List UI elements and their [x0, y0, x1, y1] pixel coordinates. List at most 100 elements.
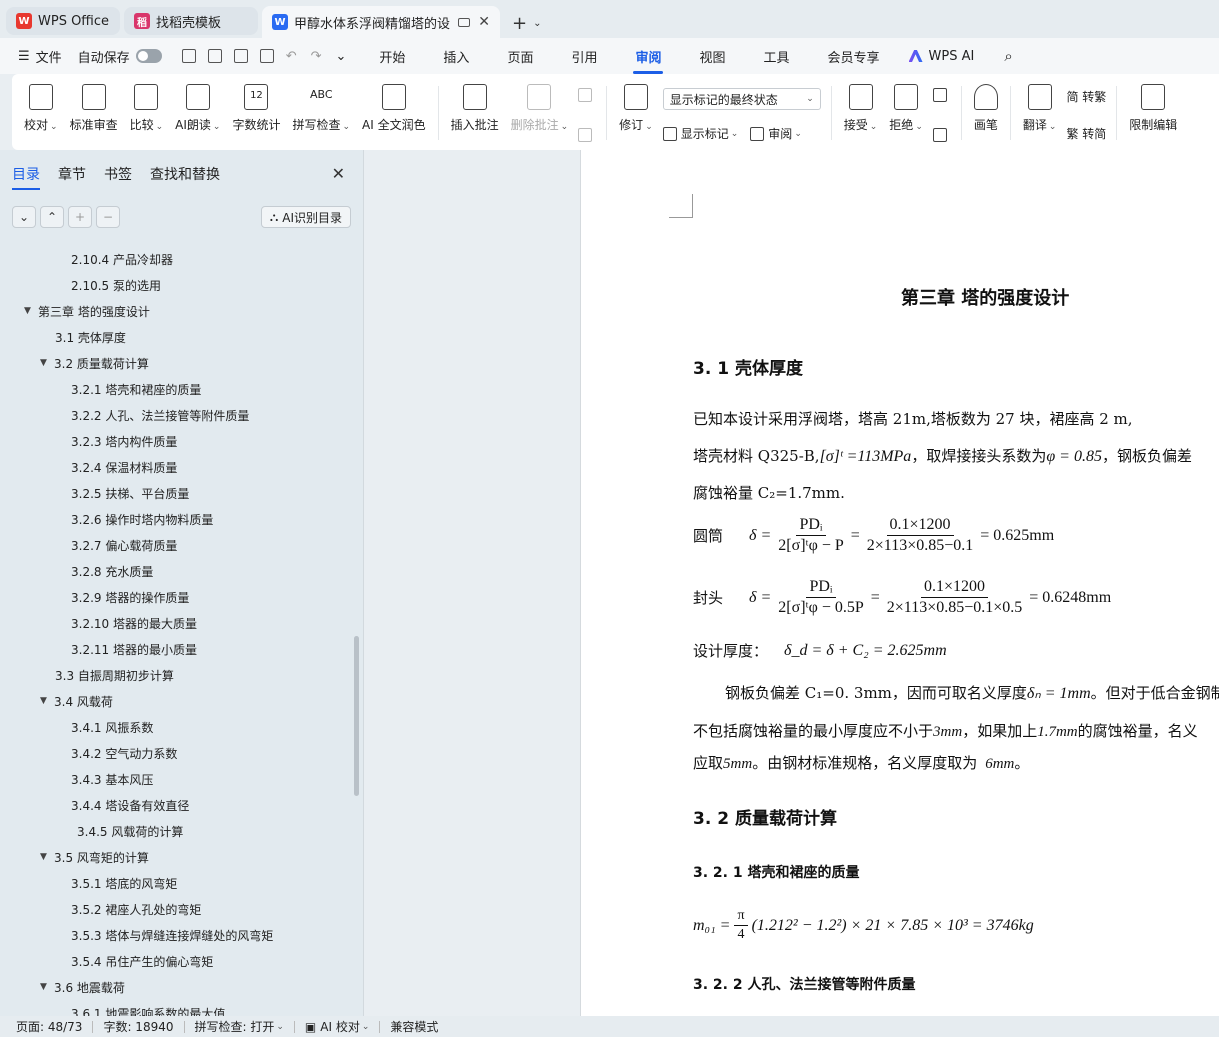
save-icon[interactable] — [181, 49, 196, 63]
word-count-indicator[interactable]: 字数: 18940 — [103, 1018, 173, 1035]
next-change-button[interactable] — [932, 128, 951, 142]
redo-icon[interactable]: ↷ — [311, 49, 322, 64]
expand-toggle-icon[interactable]: ▼ — [24, 306, 38, 316]
toc-item[interactable]: 3.4.5 风载荷的计算 — [0, 818, 352, 844]
insert-comment-button[interactable]: 插入批注 — [445, 80, 505, 150]
toc-item[interactable]: ▼ 3.2 质量载荷计算 — [0, 350, 352, 376]
toc-item[interactable]: ▼ 3.5 风弯矩的计算 — [0, 844, 352, 870]
toc-item[interactable]: 3.5.2 裙座人孔处的弯矩 — [0, 896, 352, 922]
undo-icon[interactable]: ↶ — [286, 49, 297, 64]
expand-toggle-icon[interactable]: ▼ — [40, 852, 54, 862]
close-tab-icon[interactable]: ✕ — [478, 14, 490, 30]
toc-item[interactable]: 3.2.1 塔壳和裙座的质量 — [0, 376, 352, 402]
nav-tab-toc[interactable]: 目录 — [12, 164, 40, 190]
to-traditional-button[interactable]: 简 转繁 — [1066, 88, 1106, 105]
toc-item[interactable]: 2.10.5 泵的选用 — [0, 272, 352, 298]
toc-item[interactable]: ▼ 3.6 地震载荷 — [0, 974, 352, 1000]
toc-scrollbar[interactable] — [354, 636, 359, 796]
new-tab-button[interactable]: + ⌄ — [512, 8, 541, 38]
toc-item[interactable]: 3.5.3 塔体与焊缝连接焊缝处的风弯矩 — [0, 922, 352, 948]
tab-insert[interactable]: 插入 — [441, 39, 471, 74]
close-pane-icon[interactable]: ✕ — [332, 164, 345, 183]
tab-home[interactable]: 开始 — [377, 39, 407, 74]
toc-item[interactable]: 3.3 自振周期初步计算 — [0, 662, 352, 688]
tab-daoke-templates[interactable]: 稻 找稻壳模板 — [124, 7, 258, 35]
chevron-down-icon[interactable]: ⌄ — [533, 18, 541, 29]
restrict-editing-button[interactable]: 限制编辑 — [1123, 80, 1183, 150]
file-menu[interactable]: ☰ 文件 — [18, 47, 62, 66]
toc-item[interactable]: 3.6.1 地震影响系数的最大值 — [0, 1000, 352, 1017]
tab-tools[interactable]: 工具 — [762, 39, 792, 74]
tab-document[interactable]: W 甲醇水体系浮阀精馏塔的设计 ✕ — [262, 6, 500, 38]
toc-item[interactable]: 3.5.1 塔底的风弯矩 — [0, 870, 352, 896]
tab-page[interactable]: 页面 — [505, 39, 535, 74]
toc-item[interactable]: 3.5.4 吊住产生的偏心弯矩 — [0, 948, 352, 974]
revise-button[interactable]: 修订 ⌄ — [613, 80, 659, 150]
tab-reference[interactable]: 引用 — [569, 39, 599, 74]
compare-button[interactable]: 比较 ⌄ — [124, 80, 170, 150]
accept-button[interactable]: 接受 ⌄ — [838, 80, 884, 150]
ai-polish-button[interactable]: AI 全文润色 — [356, 80, 432, 150]
autosave-toggle[interactable]: 自动保存 — [78, 47, 162, 66]
toc-item[interactable]: 3.2.9 塔器的操作质量 — [0, 584, 352, 610]
spell-check-button[interactable]: ABC 拼写检查 ⌄ — [286, 80, 356, 150]
toggle-switch[interactable] — [135, 49, 162, 63]
pen-button[interactable]: 画笔 — [968, 80, 1004, 150]
reject-button[interactable]: 拒绝 ⌄ — [883, 80, 929, 150]
window-mode-icon[interactable] — [458, 17, 471, 27]
markup-state-select[interactable]: 显示标记的最终状态 ⌄ — [662, 88, 821, 110]
ai-toc-button[interactable]: ⛬ AI识别目录 — [260, 206, 351, 228]
toc-item[interactable]: 3.2.3 塔内构件质量 — [0, 428, 352, 454]
toc-item[interactable]: 3.2.11 塔器的最小质量 — [0, 636, 352, 662]
toc-item[interactable]: ▼ 3.4 风载荷 — [0, 688, 352, 714]
toc-item[interactable]: 3.4.1 风振系数 — [0, 714, 352, 740]
standard-review-button[interactable]: 标准审查 — [64, 80, 124, 150]
expand-toggle-icon[interactable]: ▼ — [40, 982, 54, 992]
expand-toggle-icon[interactable]: ▼ — [40, 358, 54, 368]
document-page[interactable]: 第三章 塔的强度设计 3. 1 壳体厚度 已知本设计采用浮阀塔，塔高 21m,塔… — [580, 150, 1219, 1016]
export-icon[interactable] — [207, 49, 222, 63]
toc-item[interactable]: 3.4.4 塔设备有效直径 — [0, 792, 352, 818]
remove-heading-button[interactable]: − — [96, 206, 120, 228]
translate-button[interactable]: 翻译 ⌄ — [1017, 80, 1063, 150]
wps-ai-button[interactable]: WPS AI — [908, 49, 974, 64]
toc-item[interactable]: 3.2.5 扶梯、平台质量 — [0, 480, 352, 506]
proofread-button[interactable]: 校对 ⌄ — [18, 80, 64, 150]
toc-item[interactable]: 2.10.4 产品冷却器 — [0, 246, 352, 272]
word-count-button[interactable]: 12 字数统计 — [226, 80, 286, 150]
print-preview-icon[interactable] — [259, 49, 274, 63]
toc-item[interactable]: 3.2.6 操作时塔内物料质量 — [0, 506, 352, 532]
search-icon[interactable]: ⌕ — [1004, 47, 1012, 65]
toc-item[interactable]: 3.2.4 保温材料质量 — [0, 454, 352, 480]
print-icon[interactable] — [233, 49, 248, 63]
toc-item[interactable]: 3.4.2 空气动力系数 — [0, 740, 352, 766]
tab-wps-office[interactable]: W WPS Office — [6, 7, 120, 35]
expand-all-button[interactable]: ⌄ — [12, 206, 36, 228]
next-comment-button[interactable] — [578, 128, 596, 142]
tab-review[interactable]: 审阅 — [633, 39, 664, 74]
review-pane-button[interactable]: 审阅 ⌄ — [750, 125, 802, 142]
collapse-all-button[interactable]: ⌃ — [40, 206, 64, 228]
show-markup-button[interactable]: 显示标记 ⌄ — [662, 125, 738, 142]
toc-item[interactable]: ▼ 第三章 塔的强度设计 — [0, 298, 352, 324]
toc-item[interactable]: 3.2.8 充水质量 — [0, 558, 352, 584]
ai-check-status[interactable]: ▣ AI 校对 ⌄ — [305, 1018, 369, 1035]
toc-item[interactable]: 3.1 壳体厚度 — [0, 324, 352, 350]
nav-tab-bookmarks[interactable]: 书签 — [104, 164, 132, 190]
nav-tab-sections[interactable]: 章节 — [58, 164, 86, 190]
more-chevron-icon[interactable]: ⌄ — [336, 49, 347, 64]
spell-check-status[interactable]: 拼写检查: 打开 ⌄ — [195, 1018, 284, 1035]
tab-member[interactable]: 会员专享 — [826, 39, 882, 74]
page-indicator[interactable]: 页面: 48/73 — [16, 1018, 82, 1035]
add-heading-button[interactable]: + — [68, 206, 92, 228]
toc-item[interactable]: 3.2.10 塔器的最大质量 — [0, 610, 352, 636]
nav-tab-find-replace[interactable]: 查找和替换 — [150, 164, 220, 190]
toc-item[interactable]: 3.4.3 基本风压 — [0, 766, 352, 792]
ai-read-button[interactable]: AI朗读 ⌄ — [169, 80, 226, 150]
delete-comment-button[interactable]: 删除批注 ⌄ — [505, 80, 575, 150]
prev-comment-button[interactable] — [578, 88, 596, 102]
toc-item[interactable]: 3.2.2 人孔、法兰接管等附件质量 — [0, 402, 352, 428]
tab-view[interactable]: 视图 — [697, 39, 727, 74]
expand-toggle-icon[interactable]: ▼ — [40, 696, 54, 706]
prev-change-button[interactable] — [932, 88, 951, 102]
